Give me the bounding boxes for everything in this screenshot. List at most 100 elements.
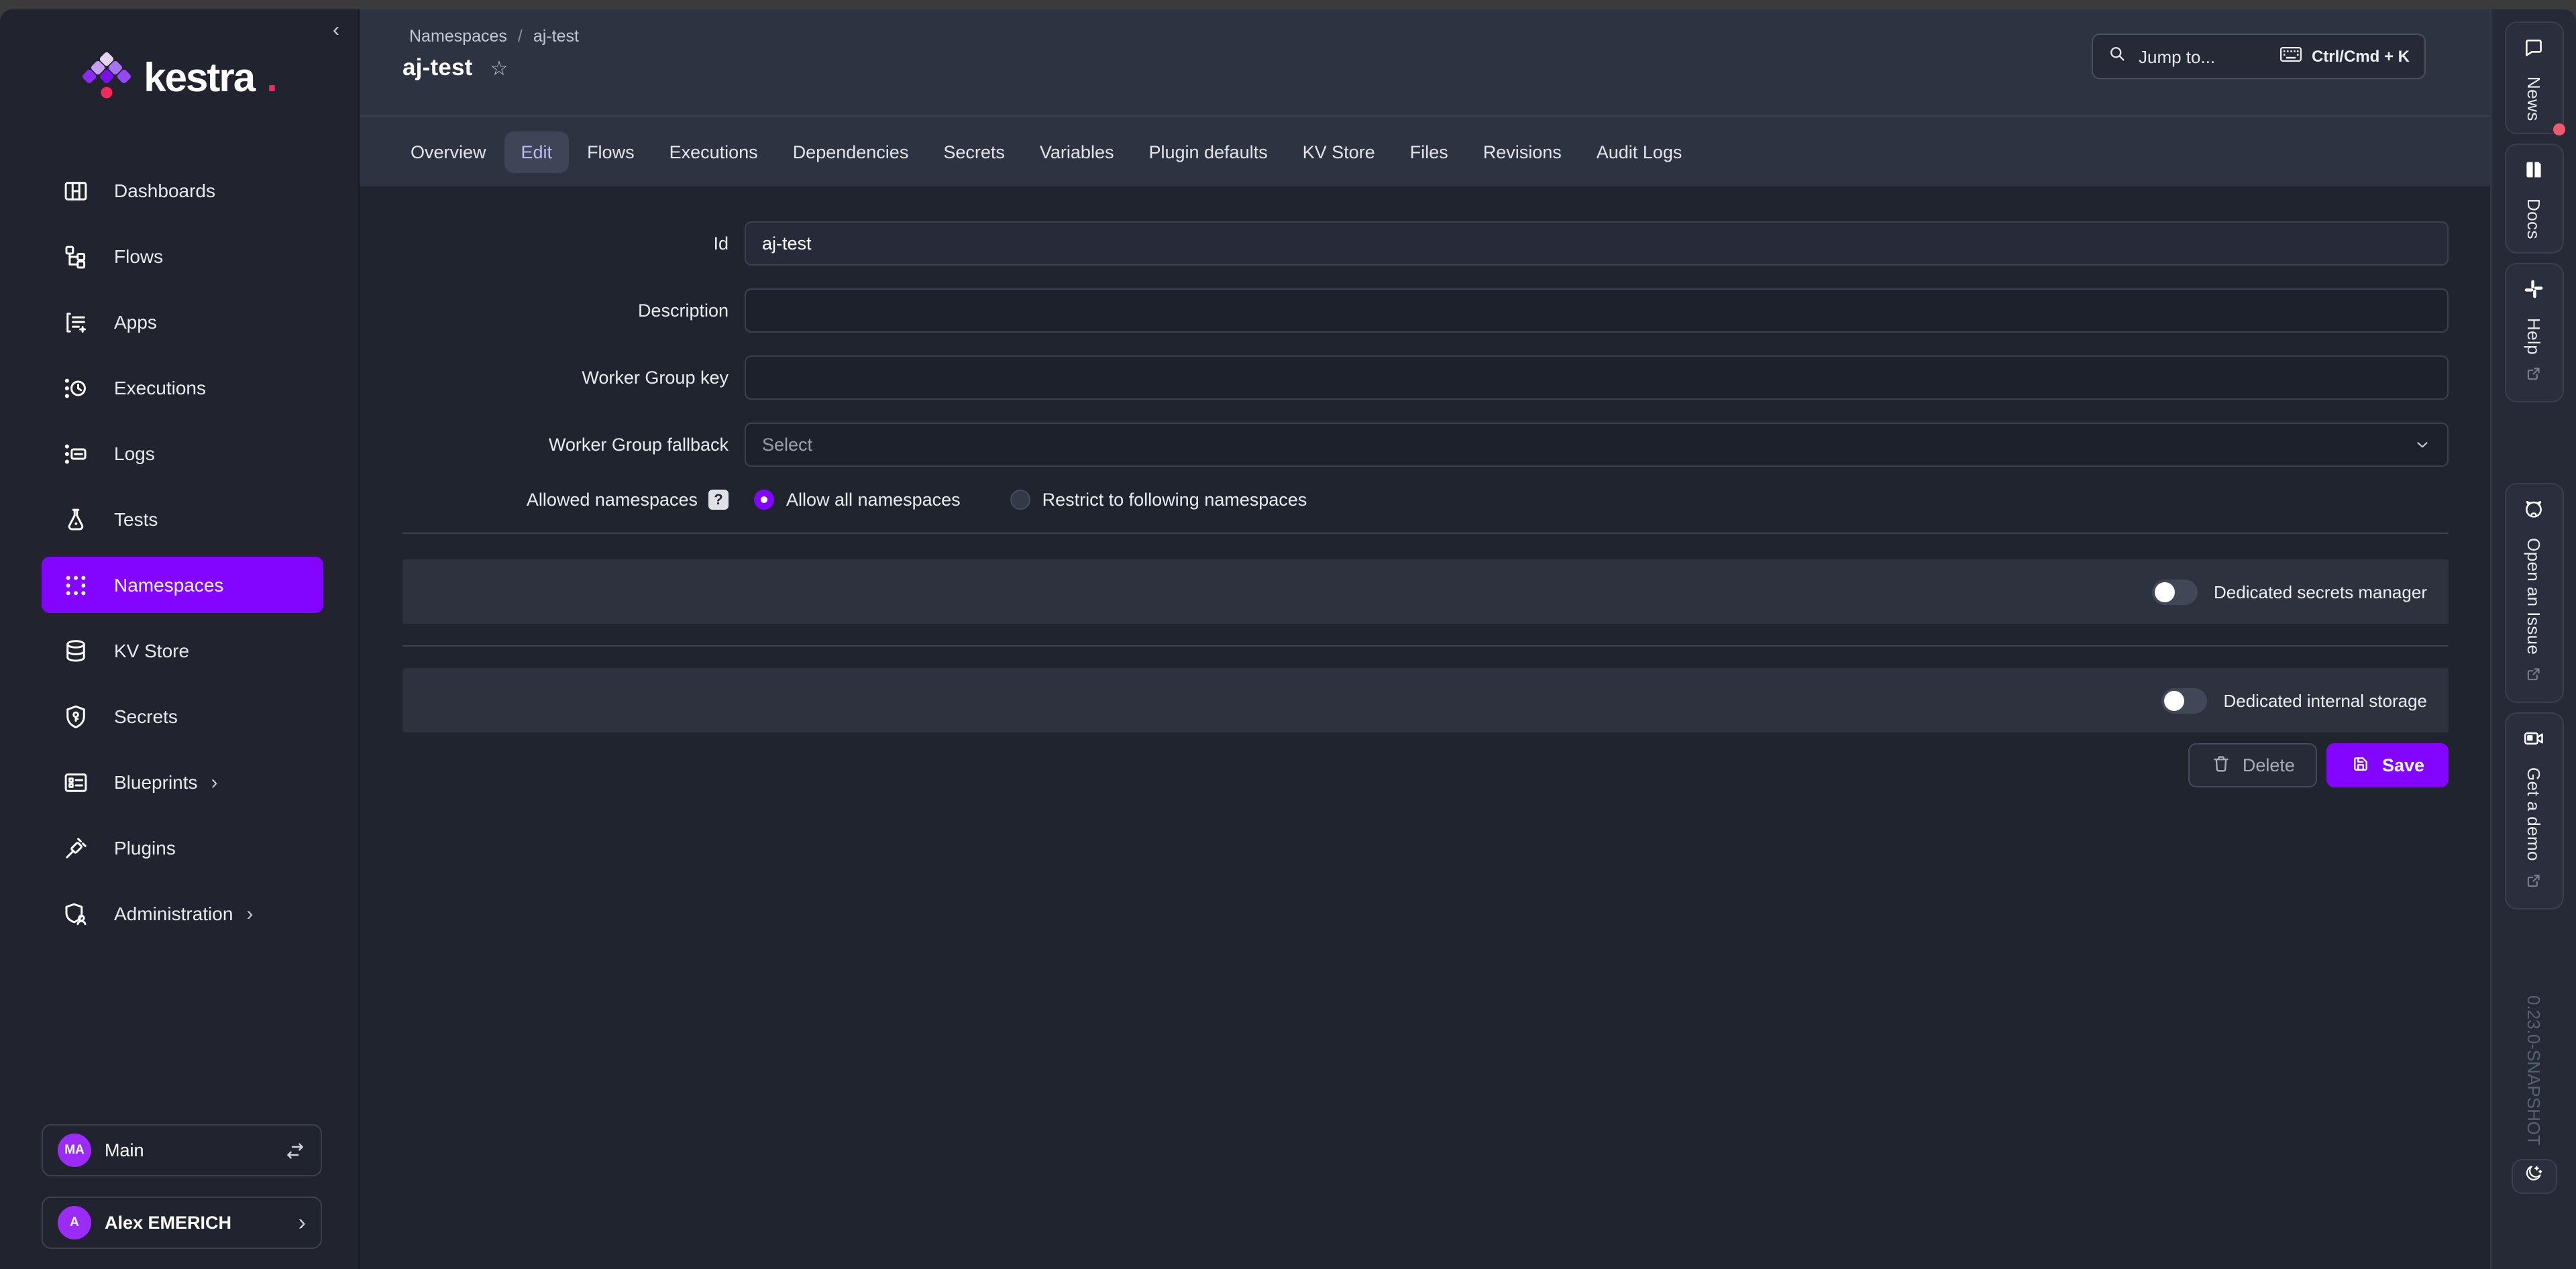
kestra-logo-period: . (266, 59, 276, 99)
sidebar-item-apps[interactable]: Apps (42, 294, 323, 350)
sidebar-item-blueprints[interactable]: Blueprints › (42, 754, 323, 810)
breadcrumb-separator: / (518, 27, 523, 46)
left-sidebar: ‹ kestra. (0, 9, 360, 1269)
tenant-name: Main (105, 1140, 284, 1160)
sidebar-item-executions[interactable]: Executions (42, 360, 323, 416)
user-chevron-right-icon: › (299, 1211, 306, 1234)
kestra-logo-wordmark: kestra (144, 59, 254, 99)
sidebar-item-kv-store[interactable]: KV Store (42, 622, 323, 679)
save-icon (2351, 753, 2371, 777)
docs-button[interactable]: Docs (2504, 144, 2563, 254)
news-button[interactable]: News (2504, 21, 2563, 135)
news-icon (2522, 36, 2545, 66)
breadcrumb-current: aj-test (533, 27, 579, 46)
get-demo-button[interactable]: Get a demo (2504, 713, 2563, 910)
section-divider (402, 533, 2449, 534)
toggle-knob (2155, 582, 2175, 602)
help-icon[interactable]: ? (708, 490, 729, 510)
keyboard-icon (2279, 46, 2302, 67)
moon-stars-icon (2524, 1163, 2544, 1190)
tab-plugin-defaults[interactable]: Plugin defaults (1132, 131, 1283, 172)
tab-variables[interactable]: Variables (1024, 131, 1130, 172)
tab-edit[interactable]: Edit (505, 131, 569, 172)
secrets-icon (62, 702, 90, 730)
sidebar-item-dashboards[interactable]: Dashboards (42, 162, 323, 219)
sidebar-item-secrets[interactable]: Secrets (42, 688, 323, 744)
dedicated-internal-storage-toggle[interactable] (2161, 687, 2207, 713)
id-input[interactable] (745, 221, 2449, 266)
blueprints-chevron-right-icon: › (211, 772, 218, 792)
user-menu[interactable]: A Alex EMERICH › (42, 1197, 322, 1249)
screen: ‹ kestra. (0, 0, 2576, 1269)
open-issue-button[interactable]: Open an Issue (2504, 484, 2563, 704)
tests-icon (62, 505, 90, 533)
sidebar-item-namespaces[interactable]: Namespaces (42, 557, 323, 613)
worker-group-key-label: Worker Group key (402, 368, 729, 388)
sidebar-item-flows[interactable]: Flows (42, 228, 323, 284)
tab-files[interactable]: Files (1394, 131, 1464, 172)
user-avatar: A (58, 1206, 91, 1239)
tab-audit-logs[interactable]: Audit Logs (1580, 131, 1699, 172)
secrets-manager-toggle-label: Dedicated secrets manager (2214, 582, 2427, 602)
video-icon (2522, 728, 2545, 757)
theme-toggle-button[interactable] (2511, 1159, 2557, 1194)
apps-icon (62, 308, 90, 336)
sidebar-item-logs[interactable]: Logs (42, 425, 323, 482)
allowed-namespaces-label-wrap: Allowed namespaces ? (402, 490, 729, 510)
github-icon (2522, 498, 2545, 528)
section-divider-2 (402, 645, 2449, 647)
administration-icon (62, 899, 90, 928)
description-input[interactable] (745, 288, 2449, 333)
tab-kv-store[interactable]: KV Store (1287, 131, 1391, 172)
sidebar-item-tests[interactable]: Tests (42, 491, 323, 547)
internal-storage-row: Dedicated internal storage (402, 668, 2449, 732)
delete-button[interactable]: Delete (2189, 743, 2318, 787)
page-header: Namespaces / aj-test aj-test ☆ Jump to..… (360, 9, 2490, 115)
right-rail: News Docs Help (2490, 9, 2576, 1269)
worker-group-key-input[interactable] (745, 355, 2449, 400)
kestra-logo[interactable]: kestra. (0, 44, 358, 114)
search-icon (2108, 44, 2127, 69)
sidebar-item-administration[interactable]: Administration › (42, 885, 323, 942)
tab-flows[interactable]: Flows (571, 131, 651, 172)
sidebar-nav: Dashboards Flows Apps (0, 162, 358, 942)
select-placeholder: Select (762, 435, 812, 455)
tab-executions[interactable]: Executions (653, 131, 774, 172)
namespaces-icon (62, 571, 90, 599)
secrets-manager-row: Dedicated secrets manager (402, 559, 2449, 624)
edit-form: Id Description Worker Group key Worker G… (360, 186, 2490, 1269)
allowed-namespaces-label: Allowed namespaces (527, 490, 698, 510)
sidebar-item-plugins[interactable]: Plugins (42, 820, 323, 876)
radio-allow-all-namespaces[interactable]: Allow all namespaces (754, 490, 961, 510)
plugins-icon (62, 834, 90, 862)
toggle-knob (2164, 690, 2184, 710)
kv-store-icon (62, 637, 90, 665)
jump-to-search[interactable]: Jump to... Ctrl/Cmd + K (2092, 34, 2426, 79)
favorite-star-icon[interactable]: ☆ (490, 56, 508, 80)
dedicated-secrets-manager-toggle[interactable] (2152, 579, 2198, 604)
worker-group-fallback-select[interactable]: Select (745, 423, 2449, 467)
slack-icon (2522, 277, 2545, 307)
sidebar-collapse-icon[interactable]: ‹ (333, 20, 339, 40)
flows-icon (62, 242, 90, 270)
tenant-selector[interactable]: MA Main (42, 1124, 322, 1176)
form-actions: Delete Save (402, 743, 2449, 787)
administration-chevron-right-icon: › (246, 903, 253, 924)
description-label: Description (402, 300, 729, 321)
breadcrumb-namespaces-link[interactable]: Namespaces (409, 27, 507, 46)
page-title: aj-test (402, 54, 473, 82)
tab-secrets[interactable]: Secrets (927, 131, 1021, 172)
tab-revisions[interactable]: Revisions (1467, 131, 1578, 172)
allowed-namespaces-radio-group: Allow all namespaces Restrict to followi… (745, 490, 2449, 510)
app-version: 0.23.0-SNAPSHOT (2491, 990, 2576, 1151)
tab-overview[interactable]: Overview (394, 131, 502, 172)
help-button[interactable]: Help (2504, 262, 2563, 402)
external-link-icon (2525, 873, 2542, 897)
radio-selected-icon (754, 490, 774, 510)
internal-storage-toggle-label: Dedicated internal storage (2223, 690, 2427, 710)
tab-dependencies[interactable]: Dependencies (777, 131, 925, 172)
save-button[interactable]: Save (2327, 743, 2449, 787)
radio-restrict-namespaces[interactable]: Restrict to following namespaces (1010, 490, 1307, 510)
tab-bar: Overview Edit Flows Executions Dependenc… (360, 115, 2490, 186)
blueprints-icon (62, 768, 90, 796)
